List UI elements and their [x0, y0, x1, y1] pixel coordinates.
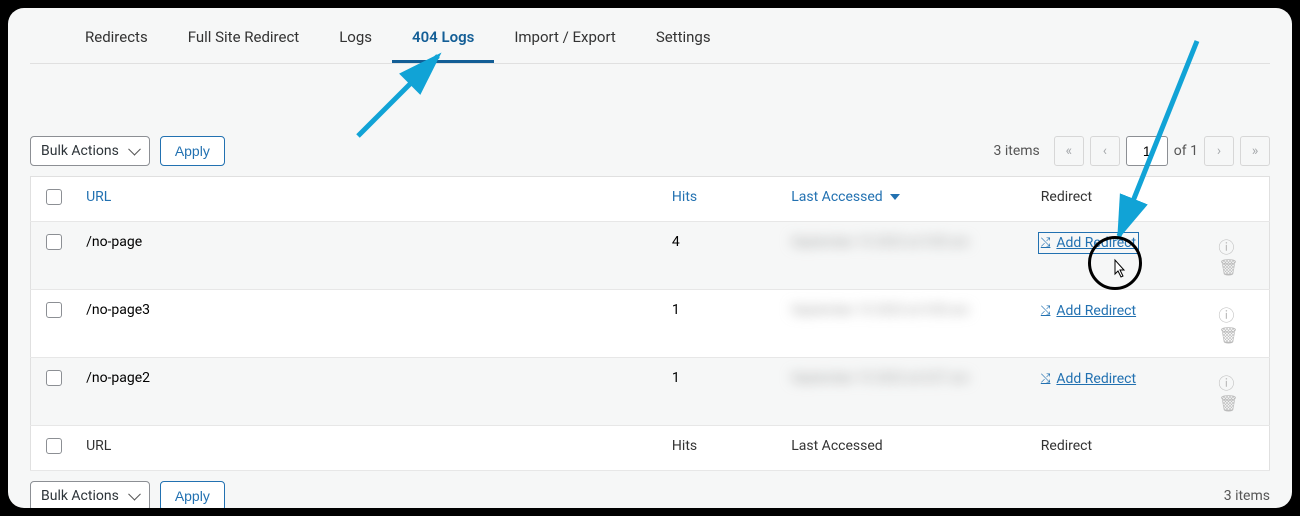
shuffle-icon: ⤭	[1041, 371, 1051, 386]
add-redirect-button[interactable]: ⤭ Add Redirect	[1041, 303, 1136, 319]
header-actions	[1204, 177, 1269, 222]
row-checkbox[interactable]	[46, 234, 62, 250]
tab-404-logs[interactable]: 404 Logs	[392, 12, 494, 63]
trash-icon[interactable]: 🗑	[1218, 394, 1238, 413]
footer-last-accessed: Last Accessed	[781, 426, 1031, 471]
trash-icon[interactable]: 🗑	[1218, 326, 1238, 345]
pager-last[interactable]: »	[1240, 136, 1270, 166]
tab-full-site-redirect[interactable]: Full Site Redirect	[168, 12, 320, 63]
tab-import-export[interactable]: Import / Export	[494, 12, 636, 63]
bulk-actions-select-bottom[interactable]: Bulk Actions	[30, 481, 150, 508]
add-redirect-button[interactable]: ⤭ Add Redirect	[1041, 371, 1136, 387]
table-row: /no-page 4 September 10 2023 at 9:00 am …	[31, 222, 1270, 290]
header-redirect: Redirect	[1031, 177, 1205, 222]
app-window: Redirects Full Site Redirect Logs 404 Lo…	[8, 8, 1292, 508]
add-redirect-label: Add Redirect	[1056, 371, 1136, 387]
select-all-checkbox-top[interactable]	[46, 189, 62, 205]
top-toolbar: Bulk Actions Apply 3 items « ‹ of 1 › »	[30, 136, 1270, 166]
row-last-accessed: September 10 2023 at 8:57 am	[781, 358, 1031, 426]
apply-button-bottom[interactable]: Apply	[160, 481, 225, 508]
footer-url: URL	[76, 426, 662, 471]
row-last-accessed: September 10 2023 at 9:00 am	[781, 222, 1031, 290]
table-row: /no-page2 1 September 10 2023 at 8:57 am…	[31, 358, 1270, 426]
footer-hits: Hits	[662, 426, 781, 471]
sort-desc-icon	[890, 194, 900, 200]
header-hits[interactable]: Hits	[662, 177, 781, 222]
row-hits: 1	[662, 290, 781, 358]
row-url: /no-page	[76, 222, 662, 290]
shuffle-icon: ⤭	[1041, 303, 1051, 318]
row-hits: 1	[662, 358, 781, 426]
logs-table: URL Hits Last Accessed Redirect /no-page…	[30, 176, 1270, 471]
shuffle-icon: ⤭	[1041, 235, 1051, 250]
add-redirect-label: Add Redirect	[1056, 235, 1136, 251]
tab-settings[interactable]: Settings	[636, 12, 731, 63]
table-header-row: URL Hits Last Accessed Redirect	[31, 177, 1270, 222]
tab-bar: Redirects Full Site Redirect Logs 404 Lo…	[30, 8, 1270, 64]
footer-redirect: Redirect	[1031, 426, 1205, 471]
pager-first[interactable]: «	[1054, 136, 1084, 166]
item-count-bottom: 3 items	[1224, 488, 1270, 504]
pager-top: 3 items « ‹ of 1 › »	[994, 136, 1270, 166]
tab-logs[interactable]: Logs	[319, 12, 392, 63]
row-checkbox[interactable]	[46, 302, 62, 318]
add-redirect-label: Add Redirect	[1056, 303, 1136, 319]
info-icon[interactable]: ⓘ	[1218, 238, 1234, 257]
apply-button-top[interactable]: Apply	[160, 136, 225, 166]
add-redirect-button[interactable]: ⤭ Add Redirect	[1041, 235, 1136, 251]
item-count-top: 3 items	[994, 143, 1040, 159]
trash-icon[interactable]: 🗑	[1218, 258, 1238, 277]
header-last-accessed[interactable]: Last Accessed	[781, 177, 1031, 222]
tab-redirects[interactable]: Redirects	[65, 12, 168, 63]
pager-current-input[interactable]	[1126, 136, 1168, 166]
row-hits: 4	[662, 222, 781, 290]
info-icon[interactable]: ⓘ	[1218, 306, 1234, 325]
select-all-checkbox-bottom[interactable]	[46, 438, 62, 454]
info-icon[interactable]: ⓘ	[1218, 374, 1234, 393]
table-footer-row: URL Hits Last Accessed Redirect	[31, 426, 1270, 471]
header-last-accessed-label: Last Accessed	[791, 189, 882, 205]
row-url: /no-page3	[76, 290, 662, 358]
table-row: /no-page3 1 September 10 2023 at 9:00 am…	[31, 290, 1270, 358]
pager-prev[interactable]: ‹	[1090, 136, 1120, 166]
pager-next[interactable]: ›	[1204, 136, 1234, 166]
row-last-accessed: September 10 2023 at 9:00 am	[781, 290, 1031, 358]
pager-of-label: of 1	[1174, 143, 1198, 159]
bulk-actions-select-top[interactable]: Bulk Actions	[30, 136, 150, 166]
header-url[interactable]: URL	[76, 177, 662, 222]
row-url: /no-page2	[76, 358, 662, 426]
row-checkbox[interactable]	[46, 370, 62, 386]
bottom-toolbar: Bulk Actions Apply 3 items	[30, 481, 1270, 508]
